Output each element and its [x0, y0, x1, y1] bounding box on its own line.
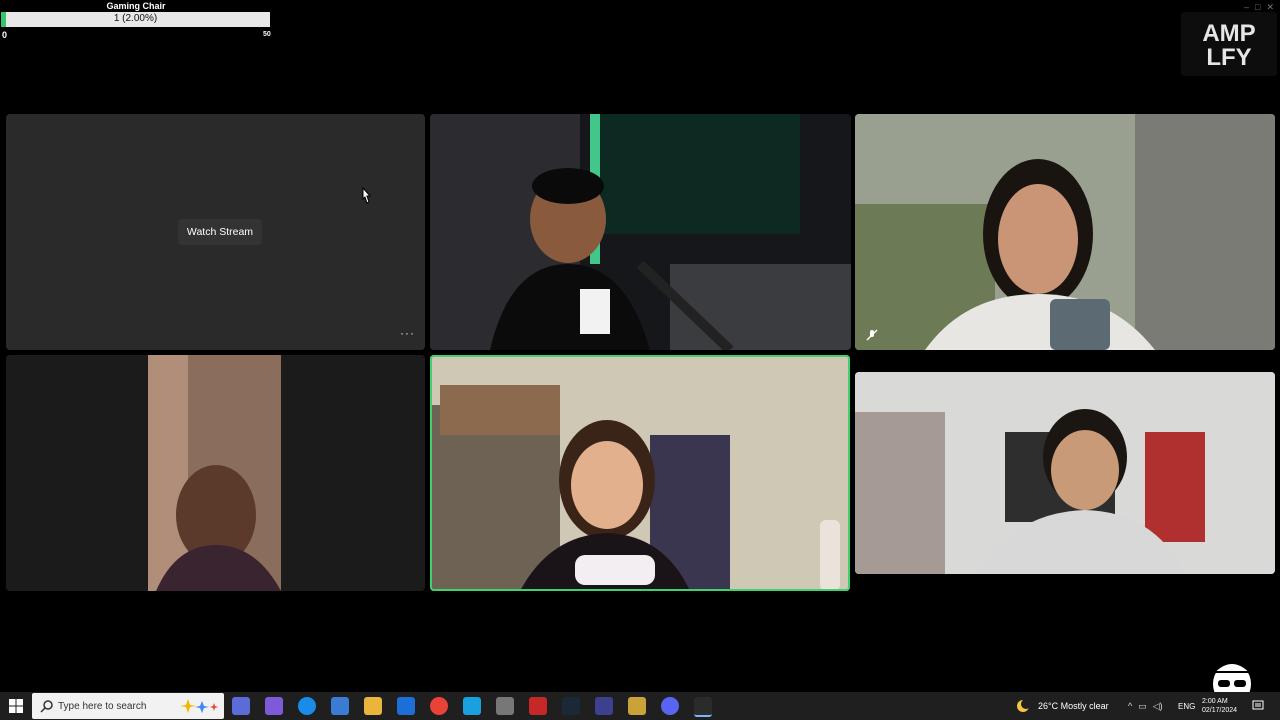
video-feed-guy — [855, 372, 1275, 574]
muted-mic-icon — [865, 328, 879, 342]
goal-progress-text: 1 (2.00%) — [113, 13, 158, 24]
taskbar-search-box[interactable]: Type here to search — [32, 693, 224, 719]
video-feed-speaking — [430, 355, 850, 591]
stream-tile[interactable]: Watch Stream ··· — [6, 114, 425, 350]
more-options-button[interactable]: ··· — [400, 326, 415, 340]
app-purple-icon[interactable] — [595, 697, 613, 715]
watch-stream-button[interactable]: Watch Stream — [178, 219, 262, 245]
copilot-app-icon[interactable] — [232, 697, 250, 715]
mail-app-icon[interactable] — [397, 697, 415, 715]
file-explorer-app-icon[interactable] — [364, 697, 382, 715]
system-tray-icons[interactable]: ^ ▭ ◁) — [1128, 692, 1163, 720]
clock-time: 2:00 AM — [1202, 698, 1228, 705]
logo-line1: AMP — [1202, 20, 1255, 47]
mouse-cursor-icon — [360, 186, 372, 205]
search-placeholder: Type here to search — [58, 701, 147, 712]
amplfy-logo: AMP LFY — [1181, 12, 1277, 76]
windows-taskbar: Type here to search 26°C Mostly clear ^ … — [0, 692, 1280, 720]
donation-goal-widget: Gaming Chair 1 (2.00%) 0 50 — [0, 0, 272, 40]
volume-icon[interactable]: ◁) — [1153, 701, 1163, 712]
discord-app-icon[interactable] — [661, 697, 679, 715]
store-app-icon[interactable] — [331, 697, 349, 715]
chevron-up-icon[interactable]: ^ — [1128, 701, 1132, 711]
participant-video-guy[interactable] — [855, 372, 1275, 574]
start-button-icon[interactable] — [8, 698, 24, 714]
logo-line2: LFY — [1206, 44, 1251, 71]
clock[interactable]: 2:00 AM 02/17/2024 — [1202, 692, 1237, 720]
weather-text[interactable]: 26°C Mostly clear — [1038, 692, 1109, 720]
language-indicator[interactable]: ENG — [1178, 692, 1195, 720]
app-gold-icon[interactable] — [628, 697, 646, 715]
weather-moon-icon — [1016, 699, 1031, 713]
participant-video-girl[interactable] — [855, 114, 1275, 350]
video-feed-girl — [855, 114, 1275, 350]
obs-app-icon[interactable] — [694, 697, 712, 717]
video-feed-host — [430, 114, 851, 350]
participant-video-host[interactable] — [430, 114, 851, 350]
notification-icon[interactable] — [1252, 699, 1264, 711]
app-gray-icon[interactable] — [496, 697, 514, 715]
goal-max-label: 50 — [263, 31, 271, 38]
goal-title: Gaming Chair — [106, 1, 166, 11]
goal-progress-bar: 1 (2.00%) — [1, 12, 270, 27]
network-icon[interactable]: ▭ — [1138, 701, 1147, 712]
clock-date: 02/17/2024 — [1202, 707, 1238, 714]
search-highlights-icon — [178, 697, 220, 715]
app-red-icon[interactable] — [529, 697, 547, 715]
goal-min-label: 0 — [2, 30, 8, 40]
edge-app-icon[interactable] — [298, 697, 316, 715]
chrome-app-icon[interactable] — [430, 697, 448, 715]
video-feed-narrow — [6, 355, 425, 591]
participant-video-speaking[interactable] — [430, 355, 850, 591]
app-blue-icon[interactable] — [463, 697, 481, 715]
participant-video-narrow[interactable] — [6, 355, 425, 591]
search-icon — [40, 699, 54, 713]
teams-app-icon[interactable] — [265, 697, 283, 715]
steam-app-icon[interactable] — [562, 697, 580, 715]
